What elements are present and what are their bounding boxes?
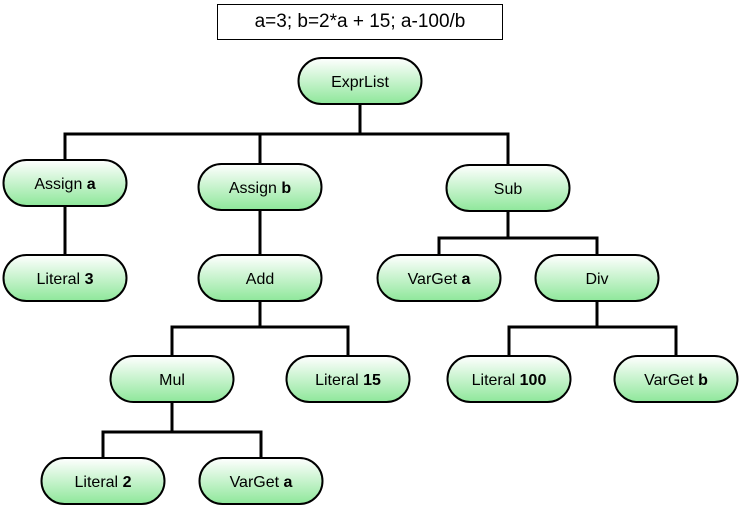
node-add: Add <box>197 254 323 302</box>
node-kind: VarGet <box>408 271 462 288</box>
node-label: Mul <box>159 372 185 389</box>
node-mul: Mul <box>109 355 235 403</box>
node-assign-b: Assign b <box>197 163 323 211</box>
node-value: 2 <box>123 474 132 491</box>
node-label: Literal 2 <box>75 474 132 491</box>
node-label: ExprList <box>331 74 389 91</box>
node-label: Add <box>246 271 274 288</box>
node-value: b <box>281 180 291 197</box>
node-kind: Assign <box>34 176 86 193</box>
node-label: Literal 100 <box>472 372 547 389</box>
node-varget-a-2: VarGet a <box>198 457 324 505</box>
node-kind: Div <box>585 271 608 288</box>
node-label: VarGet a <box>408 271 471 288</box>
node-label: Assign b <box>229 180 291 197</box>
node-varget-a-1: VarGet a <box>376 254 502 302</box>
node-kind: ExprList <box>331 74 389 91</box>
node-literal-100: Literal 100 <box>446 355 572 403</box>
node-label: Assign a <box>34 176 95 193</box>
node-kind: VarGet <box>230 474 284 491</box>
node-kind: Add <box>246 271 274 288</box>
node-kind: Literal <box>75 474 123 491</box>
node-value: a <box>462 271 471 288</box>
node-exprlist: ExprList <box>297 57 423 105</box>
node-assign-a: Assign a <box>2 159 128 207</box>
node-literal-2: Literal 2 <box>40 457 166 505</box>
node-kind: Literal <box>315 372 363 389</box>
node-varget-b: VarGet b <box>613 355 739 403</box>
node-kind: Assign <box>229 180 281 197</box>
node-value: 15 <box>363 372 381 389</box>
node-label: Div <box>585 271 608 288</box>
node-literal-3: Literal 3 <box>2 254 128 302</box>
node-label: Literal 15 <box>315 372 381 389</box>
node-label: VarGet b <box>644 372 708 389</box>
syntax-tree: ExprListAssign a Assign b SubLiteral 3 Add V… <box>2 57 739 505</box>
node-value: 3 <box>85 271 94 288</box>
node-label: Literal 3 <box>37 271 94 288</box>
node-label: VarGet a <box>230 474 293 491</box>
node-sub: Sub <box>445 164 571 212</box>
node-kind: Literal <box>37 271 85 288</box>
node-kind: Sub <box>494 181 523 198</box>
node-kind: Mul <box>159 372 185 389</box>
node-value: b <box>698 372 708 389</box>
node-kind: Literal <box>472 372 520 389</box>
node-kind: VarGet <box>644 372 698 389</box>
node-literal-15: Literal 15 <box>285 355 411 403</box>
node-value: a <box>87 176 96 193</box>
node-value: a <box>284 474 293 491</box>
node-value: 100 <box>520 372 547 389</box>
node-label: Sub <box>494 181 523 198</box>
node-div: Div <box>534 254 660 302</box>
